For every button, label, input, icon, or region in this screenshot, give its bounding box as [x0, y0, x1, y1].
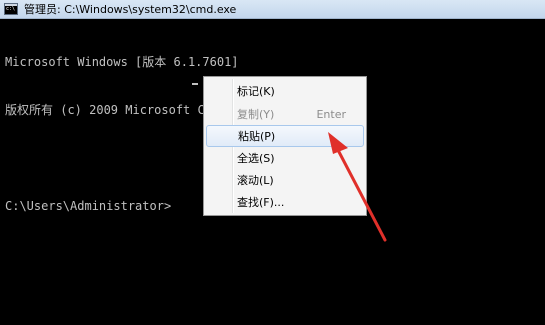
red-arrow-annotation — [328, 132, 387, 242]
